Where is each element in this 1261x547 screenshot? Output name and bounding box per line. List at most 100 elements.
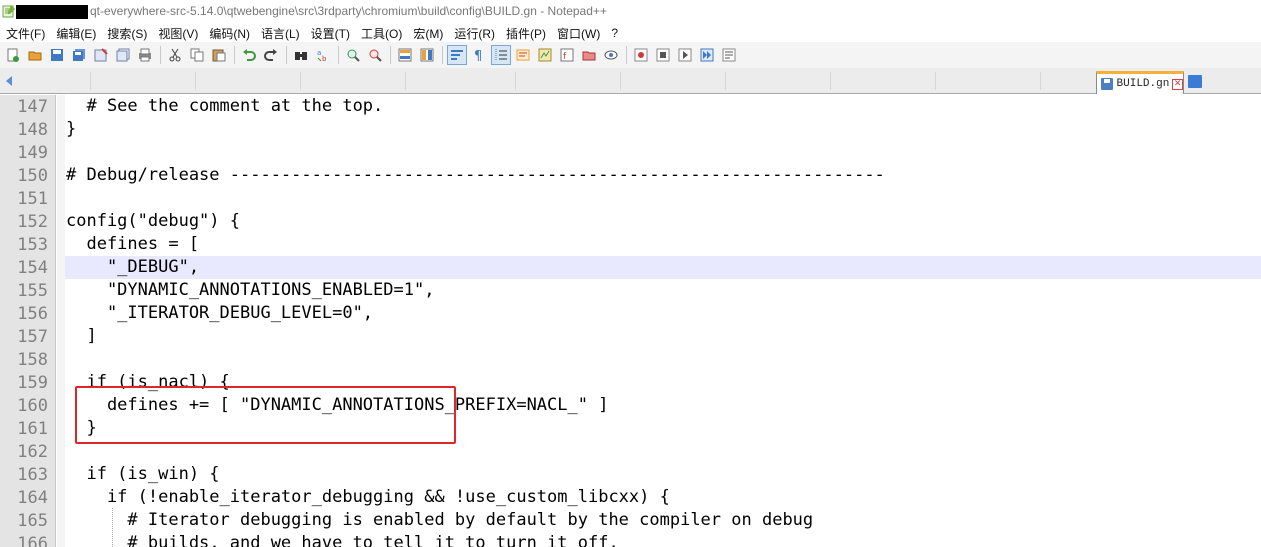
line-text: "DYNAMIC_ANNOTATIONS_ENABLED=1", bbox=[66, 280, 435, 300]
menu-view[interactable]: 视图(V) bbox=[158, 25, 198, 42]
title-bar: qt-everywhere-src-5.14.0\qtwebengine\src… bbox=[0, 0, 1261, 24]
toolbar-separator bbox=[160, 46, 161, 64]
line-text: if (is_win) { bbox=[66, 464, 220, 484]
tab-divider bbox=[935, 72, 936, 90]
toolbar-separator bbox=[234, 46, 235, 64]
line-text: # builds, and we have to tell it to turn… bbox=[66, 533, 619, 547]
line-number: 150 bbox=[17, 166, 48, 186]
user-lang-icon[interactable] bbox=[514, 46, 532, 64]
code-line[interactable]: 150 # Debug/release ---------------------… bbox=[0, 164, 1261, 187]
zoom-in-icon[interactable] bbox=[344, 46, 362, 64]
menu-encoding[interactable]: 编码(N) bbox=[209, 25, 250, 42]
code-line[interactable]: 148} bbox=[0, 118, 1261, 141]
code-line[interactable]: 147 # See the comment at the top. bbox=[0, 95, 1261, 118]
copy-icon[interactable] bbox=[188, 46, 206, 64]
show-all-chars-icon[interactable]: ¶ bbox=[470, 46, 488, 64]
redo-icon[interactable] bbox=[262, 46, 280, 64]
undo-icon[interactable] bbox=[240, 46, 258, 64]
save-all-icon[interactable] bbox=[70, 46, 88, 64]
menu-plugins[interactable]: 插件(P) bbox=[506, 25, 546, 42]
tab-divider bbox=[195, 72, 196, 90]
menu-window[interactable]: 窗口(W) bbox=[557, 25, 600, 42]
menu-edit[interactable]: 编辑(E) bbox=[56, 25, 96, 42]
find-icon[interactable] bbox=[292, 46, 310, 64]
code-line[interactable]: 163 if (is_win) { bbox=[0, 463, 1261, 486]
menu-help[interactable]: ? bbox=[611, 26, 618, 40]
close-icon[interactable] bbox=[92, 46, 110, 64]
save-icon[interactable] bbox=[48, 46, 66, 64]
menu-file[interactable]: 文件(F) bbox=[6, 25, 45, 42]
code-line[interactable]: 157 ] bbox=[0, 325, 1261, 348]
doc-map-icon[interactable] bbox=[536, 46, 554, 64]
line-number: 155 bbox=[17, 281, 48, 301]
code-line[interactable]: 156 "_ITERATOR_DEBUG_LEVEL=0", bbox=[0, 302, 1261, 325]
toolbar-separator bbox=[390, 46, 391, 64]
line-text: if (!enable_iterator_debugging && !use_c… bbox=[66, 487, 670, 507]
code-line[interactable]: 151 bbox=[0, 187, 1261, 210]
tab-list-icon[interactable] bbox=[1188, 75, 1202, 88]
code-line[interactable]: 149 bbox=[0, 141, 1261, 164]
menu-search[interactable]: 搜索(S) bbox=[107, 25, 147, 42]
sync-vertical-icon[interactable] bbox=[396, 46, 414, 64]
indent-guide-icon[interactable] bbox=[491, 45, 511, 65]
stop-record-icon[interactable] bbox=[654, 46, 672, 64]
line-text: ] bbox=[66, 326, 97, 346]
menu-settings[interactable]: 设置(T) bbox=[311, 25, 350, 42]
tab-build-gn[interactable]: BUILD.gn ✕ bbox=[1096, 71, 1184, 94]
code-line[interactable]: 153 defines = [ bbox=[0, 233, 1261, 256]
tab-bar: BUILD.gn ✕ bbox=[0, 68, 1261, 94]
editor[interactable]: 147 # See the comment at the top. 148} 149… bbox=[0, 95, 1261, 547]
line-number: 157 bbox=[17, 327, 48, 347]
menu-tools[interactable]: 工具(O) bbox=[361, 25, 402, 42]
sync-horizontal-icon[interactable] bbox=[418, 46, 436, 64]
line-text: # Iterator debugging is enabled by defau… bbox=[66, 510, 814, 530]
line-text: # See the comment at the top. bbox=[66, 96, 384, 116]
window-title: qt-everywhere-src-5.14.0\qtwebengine\src… bbox=[90, 4, 607, 18]
line-number: 161 bbox=[17, 419, 48, 439]
close-all-icon[interactable] bbox=[114, 46, 132, 64]
code-line[interactable]: 164 if (!enable_iterator_debugging && !u… bbox=[0, 486, 1261, 509]
menu-bar: 文件(F) 编辑(E) 搜索(S) 视图(V) 编码(N) 语言(L) 设置(T… bbox=[0, 24, 1261, 42]
zoom-out-icon[interactable] bbox=[366, 46, 384, 64]
cut-icon[interactable] bbox=[166, 46, 184, 64]
line-number: 154 bbox=[17, 258, 48, 278]
run-macro-multiple-icon[interactable] bbox=[698, 46, 716, 64]
open-file-icon[interactable] bbox=[26, 46, 44, 64]
code-line[interactable]: 155 "DYNAMIC_ANNOTATIONS_ENABLED=1", bbox=[0, 279, 1261, 302]
new-file-icon[interactable] bbox=[4, 46, 22, 64]
tab-divider bbox=[620, 72, 621, 90]
toolbar-separator bbox=[442, 46, 443, 64]
notepadpp-icon bbox=[2, 5, 15, 18]
play-macro-icon[interactable] bbox=[676, 46, 694, 64]
save-macro-icon[interactable] bbox=[720, 46, 738, 64]
folder-workspace-icon[interactable] bbox=[580, 46, 598, 64]
line-text: "_ITERATOR_DEBUG_LEVEL=0", bbox=[66, 303, 374, 323]
close-tab-icon[interactable]: ✕ bbox=[1172, 78, 1183, 90]
line-number: 163 bbox=[17, 465, 48, 485]
function-list-icon[interactable]: f bbox=[558, 46, 576, 64]
tab-divider bbox=[725, 72, 726, 90]
tab-scroll-left-icon[interactable] bbox=[6, 76, 12, 86]
code-line[interactable]: 158 bbox=[0, 348, 1261, 371]
indent-guide bbox=[112, 508, 113, 547]
line-number: 148 bbox=[17, 120, 48, 140]
word-wrap-icon[interactable] bbox=[447, 45, 467, 65]
line-number: 153 bbox=[17, 235, 48, 255]
current-line-highlight bbox=[65, 256, 1261, 279]
menu-macro[interactable]: 宏(M) bbox=[413, 25, 443, 42]
print-icon[interactable] bbox=[136, 46, 154, 64]
monitor-icon[interactable] bbox=[602, 46, 620, 64]
menu-language[interactable]: 语言(L) bbox=[261, 25, 300, 42]
menu-run[interactable]: 运行(R) bbox=[454, 25, 495, 42]
paste-icon[interactable] bbox=[210, 46, 228, 64]
record-macro-icon[interactable] bbox=[632, 46, 650, 64]
code-line[interactable]: 166 # builds, and we have to tell it to … bbox=[0, 532, 1261, 547]
code-line[interactable]: 165 # Iterator debugging is enabled by d… bbox=[0, 509, 1261, 532]
code-line[interactable]: 154 "_DEBUG", bbox=[0, 256, 1261, 279]
tab-divider bbox=[300, 72, 301, 90]
code-line[interactable]: 152 config("debug") { bbox=[0, 210, 1261, 233]
line-number: 151 bbox=[17, 189, 48, 209]
line-number: 159 bbox=[17, 373, 48, 393]
replace-icon[interactable]: ab bbox=[314, 46, 332, 64]
line-number: 166 bbox=[17, 534, 48, 547]
